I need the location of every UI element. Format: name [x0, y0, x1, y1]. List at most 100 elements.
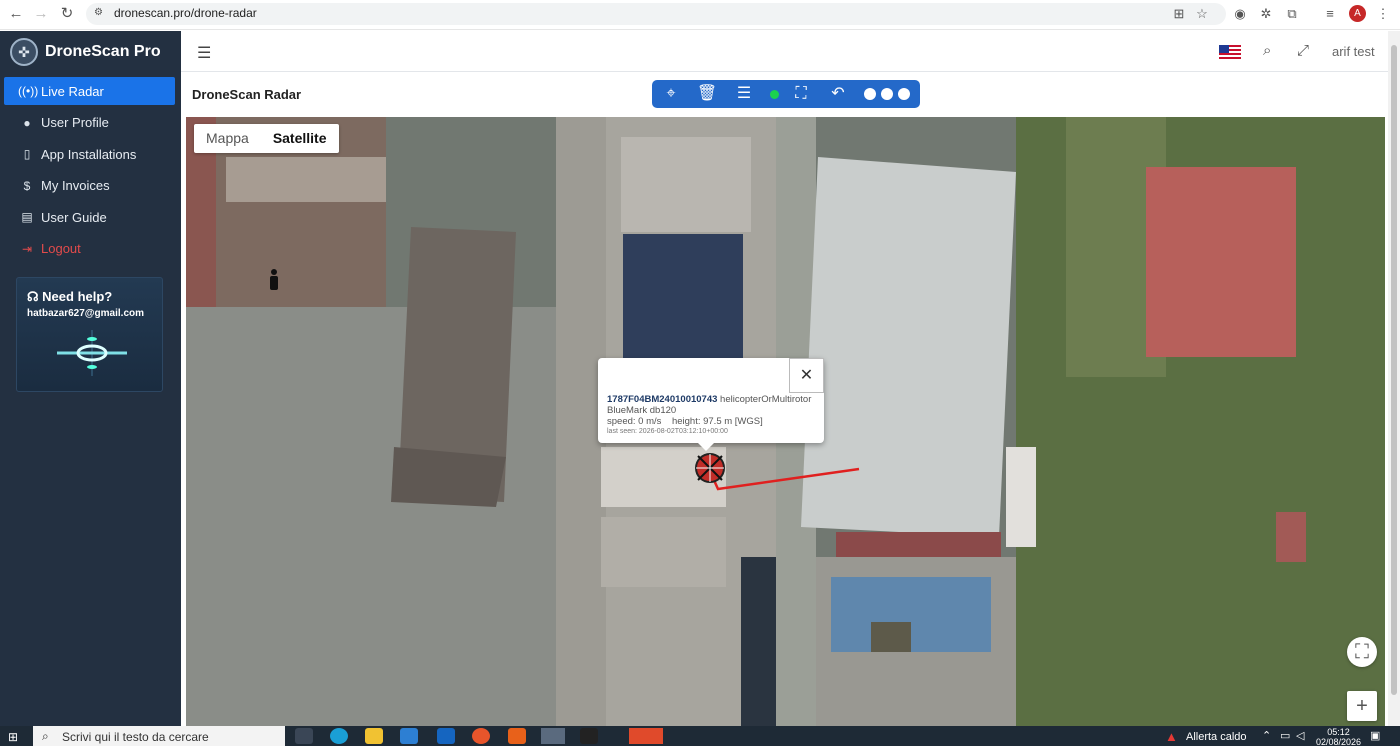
radar-toolbar: ⌖ 🗑 ☰ ⛶ ↶: [652, 80, 920, 108]
extensions-puzzle-icon[interactable]: ⧉: [1283, 6, 1301, 22]
drone-id-line: 1787F04BM24010010743 helicopterOrMultiro…: [607, 394, 811, 405]
user-icon: ●: [23, 115, 31, 130]
anydesk-icon[interactable]: [629, 728, 663, 744]
address-bar[interactable]: ⚙ dronescan.pro/drone-radar: [86, 3, 1226, 25]
mobile-icon: ▯: [23, 147, 31, 161]
brand[interactable]: ✜ DroneScan Pro: [10, 37, 161, 67]
sidebar-item-live-radar[interactable]: ((•)) Live Radar: [4, 77, 175, 105]
sidebar-item-user-profile[interactable]: ● User Profile: [4, 109, 175, 137]
dollar-icon: $: [23, 178, 31, 193]
terminal-icon[interactable]: [580, 728, 598, 744]
search-icon[interactable]: ⌕: [1263, 42, 1271, 59]
sidebar-item-label: User Guide: [41, 209, 107, 225]
notifications-icon[interactable]: ▣: [1370, 729, 1380, 742]
sidebar-item-app-installations[interactable]: ▯ App Installations: [4, 140, 175, 168]
brand-name: DroneScan Pro: [45, 43, 161, 60]
drone-logo-icon: ✜: [10, 38, 38, 66]
book-icon: ▤: [21, 210, 33, 224]
sidebar-item-label: My Invoices: [41, 178, 110, 193]
clock-time: 05:12: [1327, 727, 1350, 737]
app-icon[interactable]: [508, 728, 526, 744]
windows-taskbar: ⊞ ⌕ Scrivi qui il testo da cercare ▲ All…: [0, 726, 1400, 747]
more-options-icon[interactable]: [864, 88, 910, 100]
drone-id: 1787F04BM24010010743: [607, 394, 718, 405]
sidebar-item-label: Live Radar: [41, 83, 104, 99]
user-name[interactable]: arif test: [1332, 44, 1375, 59]
radar-icon: ((•)): [18, 84, 39, 98]
install-app-icon[interactable]: ⊞: [1170, 6, 1188, 22]
chrome-icon[interactable]: [541, 728, 565, 744]
back-icon[interactable]: ←: [6, 5, 26, 23]
logout-icon: ⇥: [21, 241, 33, 256]
taskbar-search-placeholder: Scrivi qui il testo da cercare: [62, 730, 209, 744]
bookmark-star-icon[interactable]: ☆: [1193, 6, 1211, 22]
sidebar-item-label: User Profile: [41, 115, 109, 130]
map-type-mappa[interactable]: Mappa: [194, 124, 261, 153]
drone-illustration-icon: [57, 330, 127, 376]
extension-icon[interactable]: ✲: [1257, 6, 1275, 22]
url-text: dronescan.pro/drone-radar: [114, 6, 257, 20]
street-view-person-icon[interactable]: [270, 269, 278, 290]
file-explorer-icon[interactable]: [365, 728, 383, 744]
hamburger-menu-icon[interactable]: ☰: [197, 43, 211, 63]
map-type-satellite[interactable]: Satellite: [261, 124, 339, 153]
profile-avatar[interactable]: A: [1349, 5, 1366, 22]
close-icon[interactable]: ✕: [789, 358, 824, 393]
help-title: ☊ Need help?: [27, 289, 113, 304]
expand-arrows-icon: ⛶: [1355, 641, 1369, 663]
network-icon[interactable]: ▭: [1280, 729, 1290, 742]
map-fullscreen-button[interactable]: ⛶: [1347, 637, 1377, 667]
sidebar: ✜ DroneScan Pro ((•)) Live Radar ● User …: [0, 31, 181, 726]
page-scrollbar[interactable]: [1388, 31, 1400, 726]
browser-menu-icon[interactable]: ⋮: [1374, 6, 1392, 22]
zoom-in-button[interactable]: +: [1347, 691, 1377, 721]
locate-icon[interactable]: ⌖: [660, 83, 682, 105]
sidebar-item-label: Logout: [41, 241, 81, 256]
fullscreen-icon[interactable]: ⤢: [1297, 42, 1309, 59]
help-email[interactable]: hatbazar627@gmail.com: [27, 308, 144, 319]
weather-alert-icon: ▲: [1165, 729, 1178, 744]
weather-alert[interactable]: Allerta caldo: [1186, 731, 1247, 743]
drone-height: height: 97.5 m [WGS]: [671, 416, 763, 427]
extension-icon[interactable]: ◉: [1231, 6, 1249, 22]
windows-start-icon[interactable]: ⊞: [8, 730, 18, 744]
fit-bounds-icon[interactable]: ⛶: [790, 83, 812, 105]
sidebar-item-user-guide[interactable]: ▤ User Guide: [4, 203, 175, 231]
volume-icon[interactable]: ◁: [1296, 729, 1304, 742]
satellite-map[interactable]: Mappa Satellite ✕ 1787F04BM24010010743 h…: [186, 117, 1385, 726]
help-card: ☊ Need help? hatbazar627@gmail.com: [16, 277, 163, 392]
store-icon[interactable]: [400, 728, 418, 744]
drone-speed: speed: 0 m/s: [607, 416, 662, 427]
page-title: DroneScan Radar: [192, 87, 302, 102]
status-online-indicator: [770, 90, 779, 99]
mail-icon[interactable]: [437, 728, 455, 744]
browser-toolbar: ← → ↻ ⚙ dronescan.pro/drone-radar ⊞ ☆ ◉ …: [0, 0, 1400, 30]
drone-marker-icon[interactable]: [695, 453, 725, 483]
drone-info-popup: ✕ 1787F04BM24010010743 helicopterOrMulti…: [598, 358, 824, 451]
tray-chevron-icon[interactable]: ⌃: [1262, 729, 1271, 742]
plus-icon: +: [1356, 695, 1368, 717]
edge-icon[interactable]: [330, 728, 348, 744]
headset-icon: ☊: [27, 289, 43, 304]
undo-icon[interactable]: ↶: [827, 83, 849, 105]
task-view-icon[interactable]: [295, 728, 313, 744]
taskbar-search[interactable]: ⌕ Scrivi qui il testo da cercare: [33, 726, 285, 746]
system-clock[interactable]: 05:12 02/08/2026: [1316, 727, 1361, 747]
trash-icon[interactable]: 🗑: [696, 83, 718, 105]
reload-icon[interactable]: ↻: [57, 5, 77, 23]
scrollbar-thumb[interactable]: [1391, 45, 1397, 695]
firefox-icon[interactable]: [472, 728, 490, 744]
reading-list-icon[interactable]: ≡: [1321, 6, 1339, 21]
drone-category: helicopterOrMultirotor: [720, 394, 812, 405]
top-header: ☰ ⌕ ⤢ arif test: [181, 31, 1388, 72]
forward-icon[interactable]: →: [31, 5, 51, 23]
us-flag-icon[interactable]: [1219, 45, 1241, 59]
site-info-icon[interactable]: ⚙: [94, 7, 106, 19]
sidebar-item-logout[interactable]: ⇥ Logout: [4, 235, 175, 263]
sidebar-item-my-invoices[interactable]: $ My Invoices: [4, 172, 175, 200]
map-type-control: Mappa Satellite: [194, 124, 339, 153]
drone-model: BlueMark db120: [607, 405, 677, 416]
drone-telemetry: speed: 0 m/s height: 97.5 m [WGS]: [607, 416, 763, 427]
list-icon[interactable]: ☰: [733, 83, 755, 105]
page-header: DroneScan Radar ⌖ 🗑 ☰ ⛶ ↶: [181, 72, 1388, 117]
